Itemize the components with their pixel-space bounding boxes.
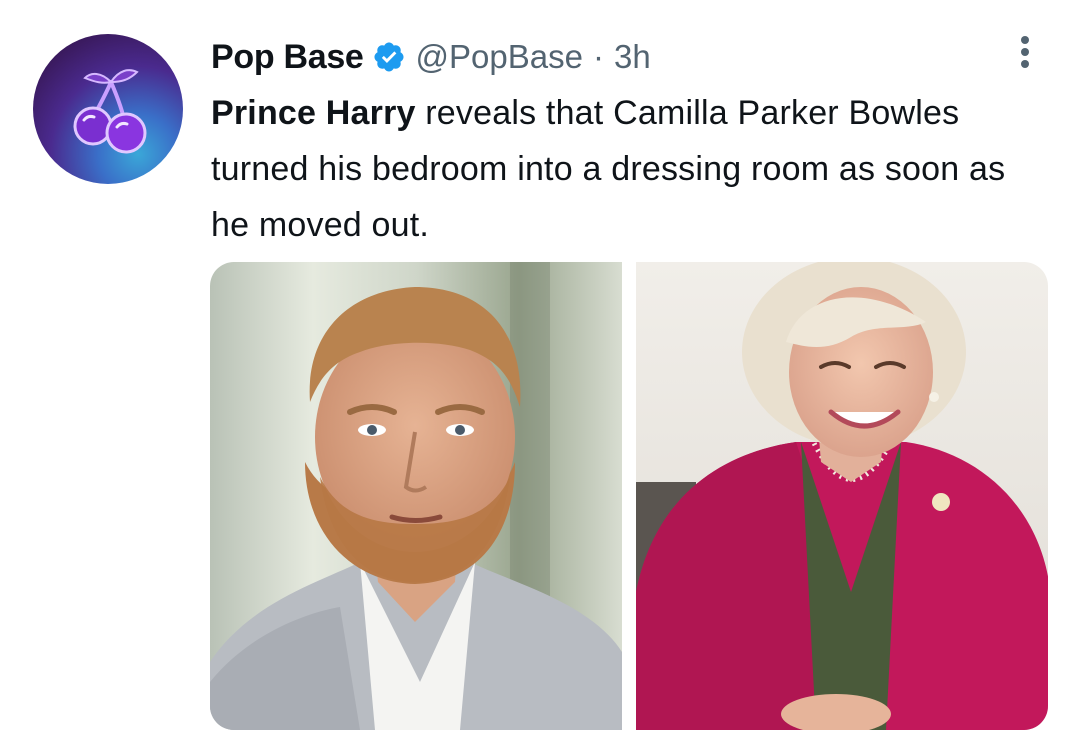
display-name[interactable]: Pop Base	[211, 38, 364, 77]
photo-left[interactable]	[210, 262, 623, 730]
handle[interactable]: @PopBase	[416, 38, 583, 76]
tweet-text: Prince Harry reveals that Camilla Parker…	[211, 85, 1031, 253]
timestamp[interactable]: 3h	[614, 38, 651, 76]
verified-badge-icon	[372, 40, 406, 74]
tweet-text-bold[interactable]: Prince Harry	[211, 94, 416, 132]
avatar[interactable]	[33, 34, 183, 184]
more-vertical-icon[interactable]	[1010, 34, 1040, 70]
tweet-header: Pop Base @PopBase · 3h	[211, 36, 651, 78]
cherry-icon	[73, 69, 147, 154]
separator: ·	[592, 38, 604, 75]
photo-right[interactable]	[635, 262, 1048, 730]
tweet-media	[210, 262, 1048, 730]
tweet[interactable]: Pop Base @PopBase · 3h Prince Harry reve…	[0, 0, 1080, 731]
